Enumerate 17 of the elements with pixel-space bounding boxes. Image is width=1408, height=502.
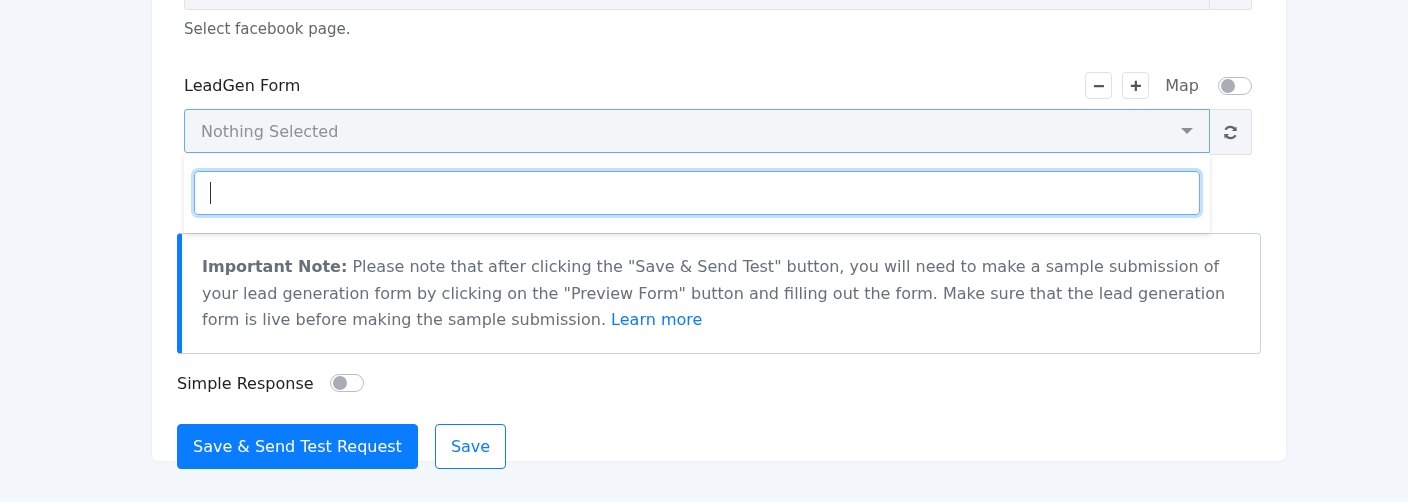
toggle-label: Simple Response <box>177 373 314 393</box>
learn-more-link[interactable]: Learn more <box>611 310 703 329</box>
refresh-button[interactable] <box>1210 109 1252 155</box>
note-text: Important Note: Please note that after clicking the "Save & Send Test" button, you will need to make a sample submission of your lead generation form by clicking on the "Preview Form" button and filling out the form. Make sure that the lead generation form is live before making the sample submission. Learn more <box>202 256 1227 331</box>
save-button[interactable]: Save <box>434 423 507 469</box>
help-text: Select facebook page. <box>184 20 352 38</box>
save-and-send-button[interactable]: Save & Send Test Request <box>177 423 418 469</box>
caret-icon <box>1181 128 1193 134</box>
field-label: LeadGen Form <box>184 76 301 95</box>
refresh-icon <box>1223 124 1238 140</box>
add-button[interactable]: + <box>1122 72 1150 99</box>
simple-response-toggle[interactable] <box>329 374 364 392</box>
select-field[interactable]: Nothing Selected <box>184 109 1210 153</box>
remove-button[interactable]: − <box>1085 72 1113 99</box>
map-label: Map <box>1165 76 1199 95</box>
search-field[interactable] <box>194 171 1200 215</box>
map-toggle[interactable] <box>1218 76 1252 95</box>
